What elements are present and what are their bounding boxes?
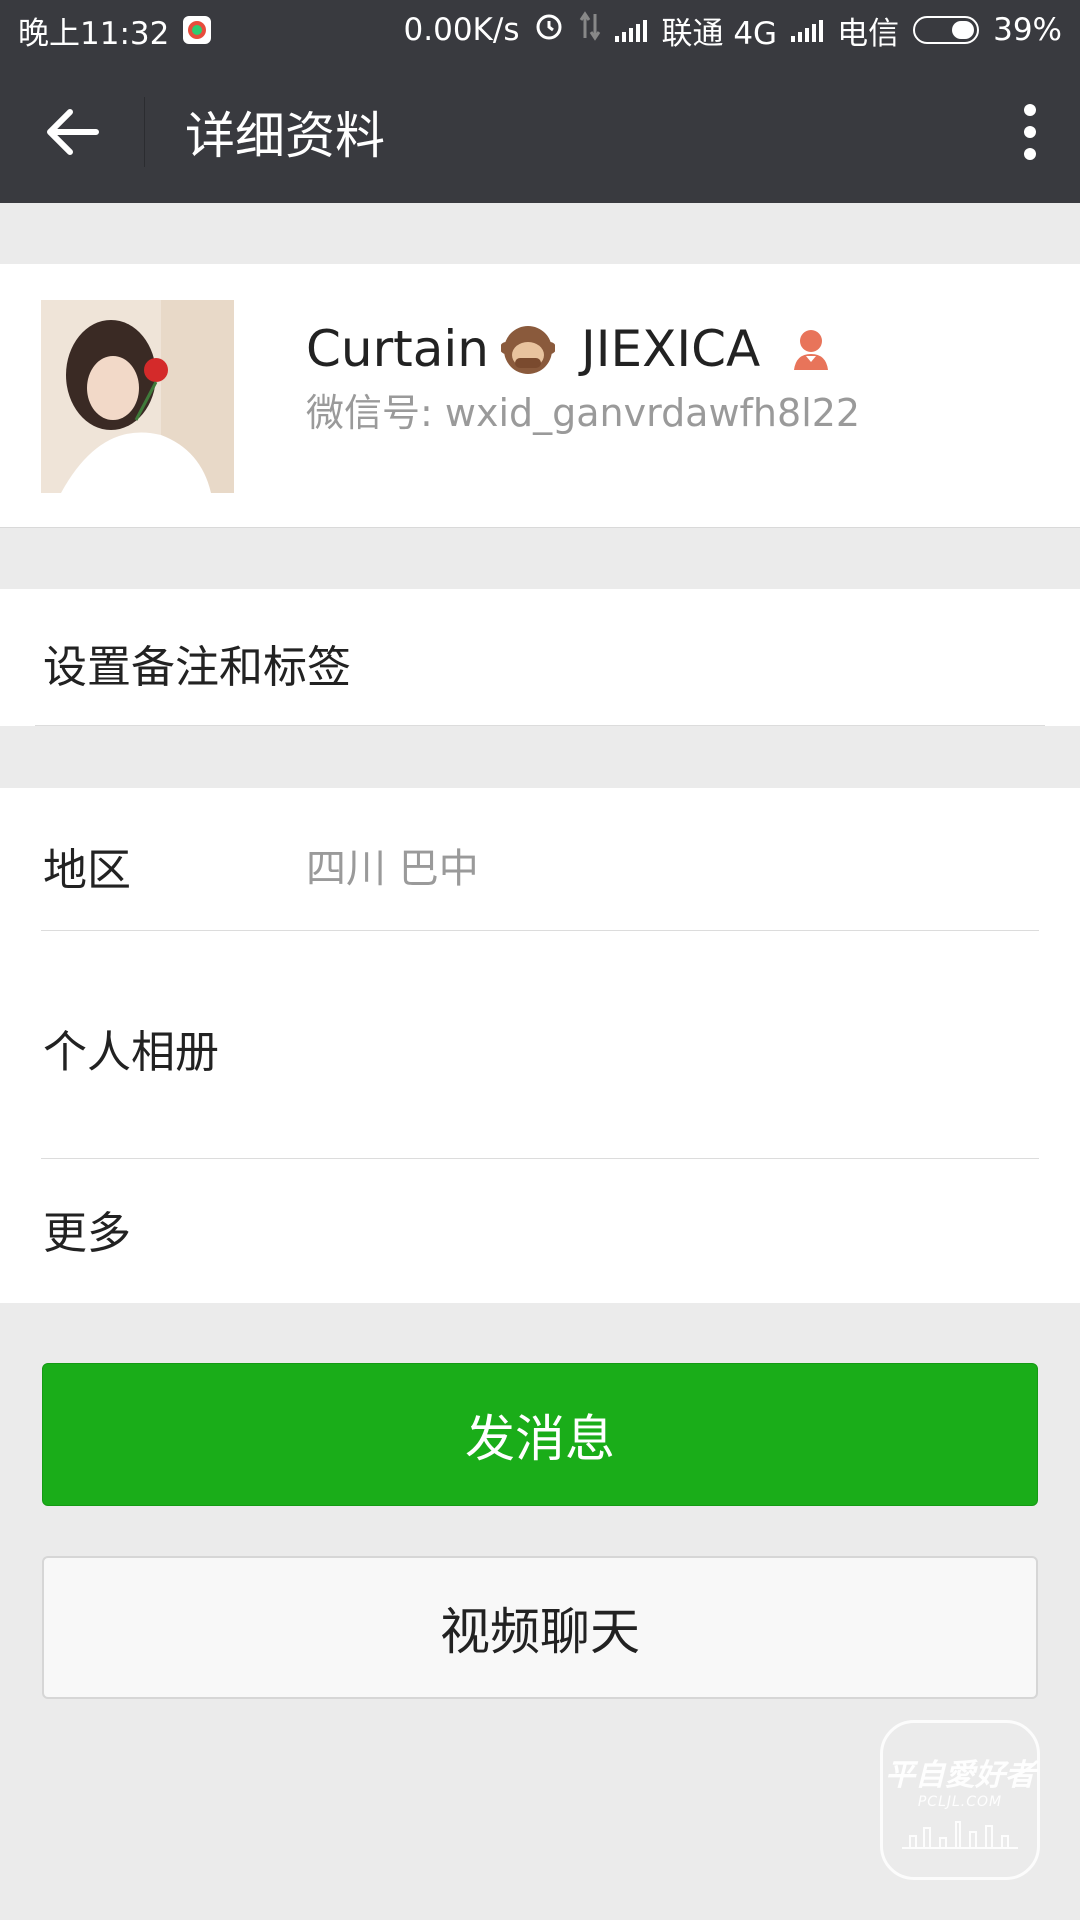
- more-options-button[interactable]: [980, 60, 1080, 203]
- signal-icon-2: [791, 18, 824, 42]
- personal-album-row[interactable]: 个人相册: [0, 931, 1080, 1158]
- status-bar: 晚上11:32 0.00K/s 联通 4G 电信 39%: [0, 0, 1080, 60]
- remark-tags-row[interactable]: 设置备注和标签: [0, 589, 1080, 726]
- watermark-sub: PCLJL.COM: [917, 1794, 1003, 1810]
- region-value: 四川 巴中: [306, 846, 479, 892]
- title-divider: [144, 96, 145, 167]
- wechat-id: 微信号: wxid_ganvrdawfh8l22: [306, 391, 861, 435]
- city-skyline-icon: [902, 1821, 1018, 1849]
- status-left: 晚上11:32: [18, 8, 212, 53]
- profile-nickname: Curtain JIEXICA: [306, 320, 834, 378]
- title-bar: 详细资料: [0, 60, 1080, 203]
- see-no-evil-monkey-icon: [499, 322, 556, 376]
- send-message-button[interactable]: 发消息: [42, 1363, 1038, 1506]
- nickname-part2: JIEXICA: [580, 320, 761, 378]
- profile-card: Curtain JIEXICA 微信号: wxid_ganvrdawfh8l22: [0, 264, 1080, 528]
- data-transfer-icon: [579, 10, 601, 50]
- region-label: 地区: [43, 845, 131, 896]
- app-notification-icon: [183, 16, 212, 44]
- remark-divider: [35, 725, 1045, 726]
- video-chat-button[interactable]: 视频聊天: [42, 1556, 1038, 1699]
- region-row: 地区 四川 巴中: [0, 788, 1080, 930]
- carrier-1: 联通 4G: [661, 15, 778, 52]
- battery-percent: 39%: [993, 12, 1062, 48]
- avatar-image: [41, 300, 234, 493]
- carrier-2: 电信: [837, 15, 900, 52]
- avatar[interactable]: [41, 300, 234, 493]
- network-speed: 0.00K/s: [403, 12, 520, 48]
- more-vertical-icon: [1024, 103, 1036, 160]
- female-icon: [788, 326, 834, 372]
- personal-album-label: 个人相册: [43, 1027, 219, 1078]
- signal-icon-1: [615, 18, 648, 42]
- remark-tags-label: 设置备注和标签: [43, 642, 351, 693]
- watermark-main: 平自愛好者: [885, 1758, 1035, 1793]
- alarm-icon: [533, 10, 565, 50]
- page-title: 详细资料: [185, 106, 385, 165]
- back-button[interactable]: [0, 60, 144, 203]
- info-card: 地区 四川 巴中 个人相册 更多: [0, 788, 1080, 1303]
- watermark-logo: 平自愛好者 PCLJL.COM: [880, 1720, 1040, 1880]
- back-arrow-icon: [47, 108, 99, 155]
- status-right: 0.00K/s 联通 4G 电信 39%: [404, 8, 1062, 53]
- status-time: 晚上11:32: [18, 15, 170, 52]
- more-row[interactable]: 更多: [0, 1159, 1080, 1303]
- battery-icon: [913, 16, 980, 44]
- more-label: 更多: [43, 1208, 131, 1259]
- nickname-part1: Curtain: [306, 320, 489, 378]
